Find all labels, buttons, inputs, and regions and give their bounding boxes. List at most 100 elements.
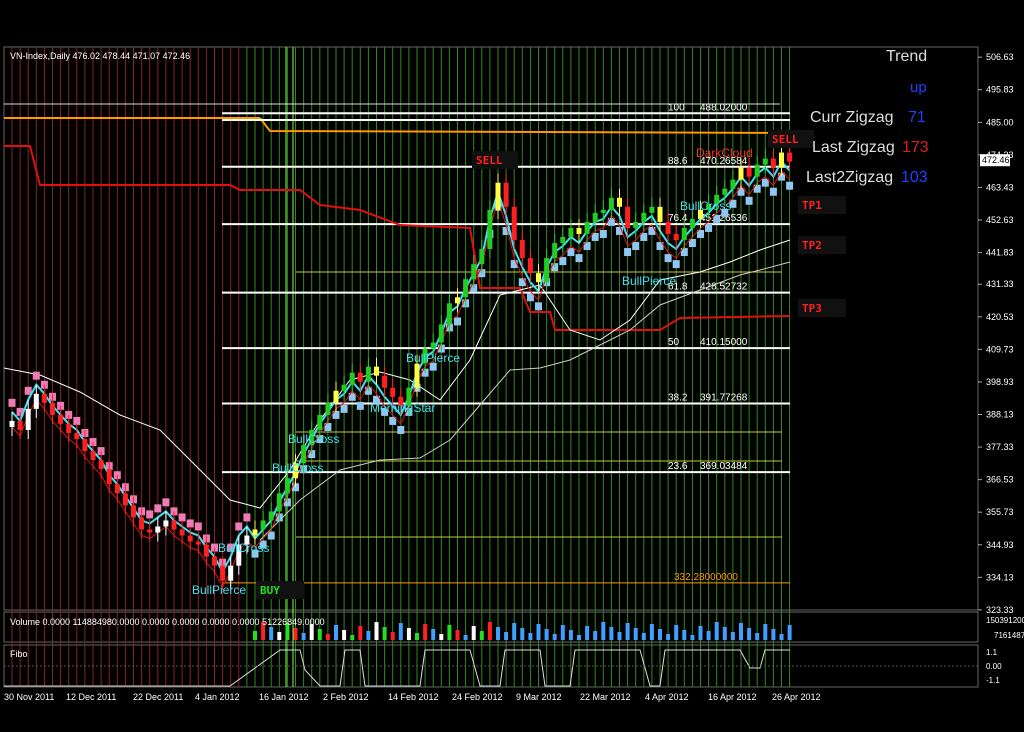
volume-bar bbox=[358, 626, 363, 640]
candle-body bbox=[58, 414, 64, 424]
volume-bar bbox=[325, 634, 330, 640]
candle-body bbox=[179, 529, 185, 536]
candle-body bbox=[382, 375, 388, 388]
x-tick-label: 26 Apr 2012 bbox=[772, 692, 821, 702]
candle-body bbox=[203, 544, 209, 557]
trend-direction: up bbox=[910, 79, 927, 96]
volume-bar bbox=[390, 632, 395, 640]
cloud-block bbox=[454, 317, 461, 326]
x-tick-label: 4 Jan 2012 bbox=[195, 692, 240, 702]
curr-zigzag-label: Curr Zigzag bbox=[810, 109, 894, 126]
pattern-label: MorningStar bbox=[370, 401, 435, 415]
y-tick-label: 420.53 bbox=[986, 312, 1014, 322]
volume-max-label: 150391200 bbox=[986, 616, 1024, 625]
candle-body bbox=[17, 420, 23, 430]
candle-body bbox=[50, 402, 55, 415]
candle-body bbox=[212, 556, 217, 566]
candle-body bbox=[503, 182, 509, 207]
candle-body bbox=[139, 517, 145, 530]
volume-bar bbox=[698, 626, 703, 640]
cloud-block bbox=[73, 416, 81, 425]
volume-bar bbox=[528, 633, 533, 640]
y-tick-label: 495.83 bbox=[986, 85, 1014, 95]
candle-body bbox=[66, 423, 72, 433]
candle-body bbox=[325, 402, 331, 415]
cloud-block bbox=[535, 302, 542, 311]
candle-body bbox=[74, 432, 80, 440]
candle-body bbox=[519, 239, 525, 259]
volume-bar bbox=[552, 634, 557, 640]
volume-mid-label: 71614870 bbox=[994, 631, 1024, 640]
candle-body bbox=[357, 372, 363, 382]
candle-body bbox=[641, 212, 647, 222]
volume-bar bbox=[342, 630, 347, 640]
cloud-block bbox=[624, 248, 632, 257]
volume-bar bbox=[277, 632, 282, 640]
candle-body bbox=[463, 279, 469, 298]
cloud-block bbox=[575, 254, 583, 263]
volume-bar bbox=[520, 628, 525, 640]
fibo-indicator-line bbox=[4, 649, 790, 687]
fibo-level-value: 369.03484 bbox=[700, 461, 748, 472]
volume-bar bbox=[350, 635, 355, 640]
curr-zigzag-value: 71 bbox=[908, 109, 926, 126]
x-tick-label: 14 Feb 2012 bbox=[388, 692, 439, 702]
volume-bar bbox=[463, 635, 468, 640]
y-tick-label: 366.53 bbox=[986, 475, 1014, 485]
volume-bar bbox=[714, 622, 719, 640]
symbol-line: VN-Index,Daily 476.02 478.44 471.07 472.… bbox=[10, 51, 191, 61]
fibo-level-pct: 88.6 bbox=[668, 156, 688, 167]
volume-bar bbox=[317, 629, 322, 640]
fibo-level-value: 488.02000 bbox=[700, 102, 748, 113]
y-tick-label: 334.13 bbox=[986, 572, 1014, 582]
candle-body bbox=[349, 372, 355, 385]
volume-bar bbox=[730, 632, 735, 640]
cloud-block bbox=[664, 254, 672, 263]
candle-body bbox=[625, 206, 631, 228]
y-tick-label: 441.83 bbox=[986, 248, 1014, 258]
candle-body bbox=[689, 218, 695, 228]
volume-bar bbox=[609, 627, 614, 640]
candle-body bbox=[738, 167, 744, 180]
candle-body bbox=[228, 565, 234, 581]
fibo-level-value: 332.28000000 bbox=[674, 572, 738, 583]
candle-body bbox=[414, 363, 420, 388]
sell-signal-top-text: SELL bbox=[476, 154, 503, 167]
cloud-block bbox=[705, 223, 713, 232]
candle-body bbox=[317, 414, 323, 430]
x-tick-label: 2 Feb 2012 bbox=[323, 692, 369, 702]
last2-zigzag-label: Last2Zigzag bbox=[806, 169, 894, 186]
volume-bar bbox=[755, 633, 760, 640]
candle-body bbox=[41, 393, 47, 403]
volume-bar bbox=[382, 627, 387, 640]
x-tick-label: 24 Feb 2012 bbox=[452, 692, 503, 702]
cloud-block bbox=[194, 522, 202, 531]
volume-bar bbox=[617, 632, 622, 640]
candle-body bbox=[90, 451, 96, 461]
x-tick-label: 22 Dec 2011 bbox=[133, 692, 183, 702]
fibo-level-value: 410.15000 bbox=[700, 337, 748, 348]
cloud-block bbox=[786, 181, 794, 190]
cloud-block bbox=[648, 226, 656, 235]
candle-body bbox=[568, 227, 574, 237]
volume-bar bbox=[568, 630, 573, 640]
candle-body bbox=[673, 233, 679, 240]
volume-bar bbox=[496, 627, 500, 640]
fibo-level-pct: 38.2 bbox=[668, 393, 688, 404]
volume-bar bbox=[431, 629, 436, 640]
trend-title: Trend bbox=[886, 48, 928, 65]
volume-bar bbox=[301, 633, 306, 640]
cloud-block bbox=[769, 187, 777, 196]
last-zigzag-label: Last Zigzag bbox=[812, 139, 895, 156]
candle-body bbox=[82, 439, 88, 452]
candle-body bbox=[114, 484, 120, 494]
tp2-signal-text: TP2 bbox=[802, 239, 822, 252]
candle-body bbox=[722, 188, 728, 195]
y-tick-label: 355.73 bbox=[986, 507, 1014, 517]
y-tick-label: 398.93 bbox=[986, 377, 1014, 387]
candle-body bbox=[98, 460, 104, 470]
volume-bar bbox=[690, 635, 695, 640]
candle-body bbox=[268, 511, 274, 521]
candle-body bbox=[617, 197, 622, 207]
fibo-level-value: 391.77268 bbox=[700, 393, 748, 404]
